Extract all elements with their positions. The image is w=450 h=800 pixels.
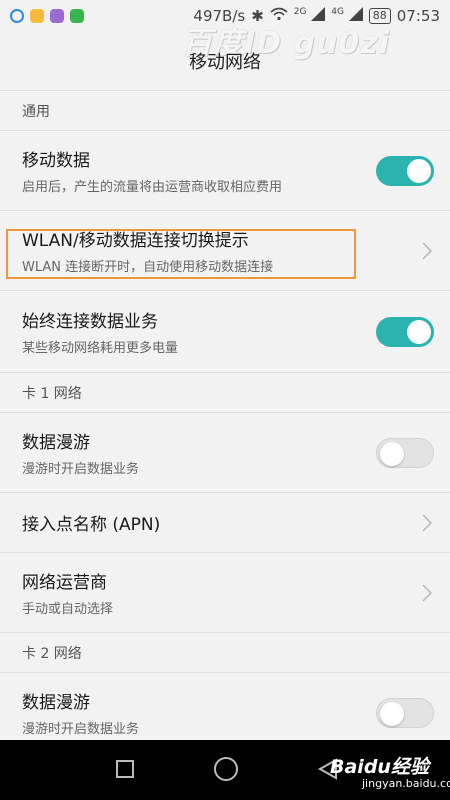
row-subtitle: 手动或自动选择 — [22, 602, 114, 617]
row-title: 接入点名称 (APN) — [22, 515, 161, 535]
sim2-data-roaming-toggle[interactable] — [376, 697, 434, 728]
baidu-jingyan-site: jingyan.baidu.com — [362, 777, 450, 790]
toggle-knob — [407, 319, 431, 344]
section-header-sim1: 卡 1 网络 — [0, 372, 450, 412]
toggle-knob — [407, 158, 431, 183]
chevron-right-icon — [422, 241, 432, 260]
gallery-app-icon — [50, 9, 64, 23]
mobile-data-row[interactable]: 移动数据 启用后，产生的流量将由运营商收取相应费用 — [0, 130, 450, 210]
sim1-carrier-row[interactable]: 网络运营商 手动或自动选择 — [0, 552, 450, 632]
signal-icon-sim2: 4G — [331, 7, 363, 25]
status-bar: 497B/s ✱ 2G 4G 88 07:53 — [0, 0, 450, 32]
signal-icon-sim1: 2G — [293, 7, 326, 25]
baidu-jingyan-logo: Baidu经验 — [330, 756, 429, 778]
home-button[interactable] — [214, 757, 238, 781]
toggle-knob — [380, 701, 404, 726]
app-bar: 移动网络 — [0, 32, 450, 90]
section-header-general: 通用 — [0, 90, 450, 130]
battery-level: 88 — [368, 8, 391, 24]
phone-app-icon — [70, 9, 84, 23]
clock: 07:53 — [396, 7, 440, 25]
always-on-data-row[interactable]: 始终连接数据业务 某些移动网络耗用更多电量 — [0, 290, 450, 372]
recents-button[interactable] — [116, 760, 134, 778]
row-title: 网络运营商 — [22, 573, 107, 593]
status-system-icons: 497B/s ✱ 2G 4G 88 07:53 — [193, 7, 440, 25]
page-title: 移动网络 — [189, 52, 261, 73]
row-title: WLAN/移动数据连接切换提示 — [22, 231, 249, 251]
baidu-app-icon — [30, 9, 44, 23]
wifi-icon — [270, 7, 288, 25]
mobile-data-toggle[interactable] — [376, 155, 434, 186]
section-header-sim2: 卡 2 网络 — [0, 632, 450, 672]
row-subtitle: WLAN 连接断开时，自动使用移动数据连接 — [22, 260, 274, 275]
toggle-knob — [380, 441, 404, 466]
chevron-right-icon — [422, 583, 432, 602]
network-type-sim2: 4G — [331, 7, 344, 17]
network-speed: 497B/s — [193, 7, 246, 25]
network-type-sim1: 2G — [293, 7, 307, 17]
bluetooth-icon: ✱ — [251, 7, 264, 25]
sim1-apn-row[interactable]: 接入点名称 (APN) — [0, 492, 450, 552]
browser-app-icon — [10, 9, 24, 23]
sim1-data-roaming-row[interactable]: 数据漫游 漫游时开启数据业务 — [0, 412, 450, 492]
status-notification-icons — [10, 9, 84, 23]
settings-list: 通用 移动数据 启用后，产生的流量将由运营商收取相应费用 WLAN/移动数据连接… — [0, 90, 450, 752]
sim1-data-roaming-toggle[interactable] — [376, 437, 434, 468]
chevron-right-icon — [422, 513, 432, 532]
always-on-data-toggle[interactable] — [376, 316, 434, 347]
wlan-switch-prompt-row[interactable]: WLAN/移动数据连接切换提示 WLAN 连接断开时，自动使用移动数据连接 — [0, 210, 450, 290]
